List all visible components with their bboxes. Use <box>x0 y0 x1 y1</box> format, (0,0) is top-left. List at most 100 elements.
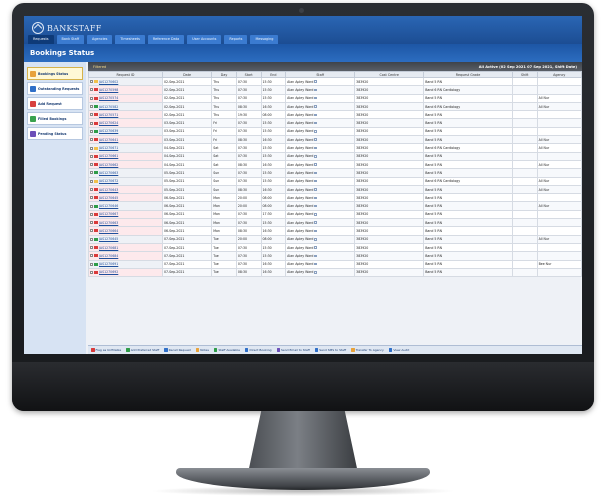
request-id-link[interactable]: JAS1270645 <box>99 237 118 241</box>
request-id-cell[interactable]: JAS1270645 <box>88 193 163 203</box>
nav-tab-bank-staff[interactable]: Bank Staff <box>56 35 85 44</box>
request-id-cell[interactable]: JAS1270667 <box>88 209 163 220</box>
table-row[interactable]: JAS1270624 03-Sep-2021 Fri 07:30 15:30 Alan A… <box>88 118 582 128</box>
action-recall-request[interactable]: Recall Request <box>164 348 191 352</box>
request-id-cell[interactable]: JAS1270643 <box>88 184 163 195</box>
nav-tab-agencies[interactable]: Agencies <box>87 35 113 44</box>
nav-tab-reference-data[interactable]: Reference Data <box>147 35 185 44</box>
edit-icon[interactable] <box>314 196 317 200</box>
table-row[interactable]: JAS1270639 03-Sep-2021 Fri 07:30 15:30 Alan A… <box>88 126 582 137</box>
edit-icon[interactable] <box>314 146 317 150</box>
request-id-link[interactable]: JAS1270639 <box>99 129 118 133</box>
row-checkbox[interactable] <box>90 96 93 100</box>
request-id-link[interactable]: JAS1270681 <box>99 246 118 250</box>
edit-icon[interactable] <box>314 238 317 241</box>
nav-tab-timesheets[interactable]: Timesheets <box>115 35 145 44</box>
table-row[interactable]: JAS1270684 07-Sep-2021 Tue 07:30 15:30 Alan A… <box>88 251 582 261</box>
table-row[interactable]: JAS1270646 06-Sep-2021 Mon 20:00 08:00 Alan A… <box>88 201 582 211</box>
edit-icon[interactable] <box>314 155 317 158</box>
table-row[interactable]: JAS1270645 07-Sep-2021 Tue 20:00 08:00 Alan A… <box>88 234 582 244</box>
sidebar-item-filled-bookings[interactable]: Filled Bookings <box>27 112 83 125</box>
request-id-cell[interactable]: JAS1270663 <box>88 168 163 178</box>
request-id-link[interactable]: JAS1270574 <box>99 96 118 100</box>
request-id-link[interactable]: JAS1270646 <box>99 204 118 208</box>
request-id-link[interactable]: JAS1270691 <box>99 262 118 266</box>
filter-toggle[interactable]: Filtered <box>93 65 106 69</box>
table-row[interactable]: JAS1270662 04-Sep-2021 Sat 08:30 16:30 Alan A… <box>88 159 582 170</box>
sidebar-item-pending-status[interactable]: Pending Status <box>27 127 83 140</box>
sidebar-item-add-request[interactable]: Add Request <box>27 97 83 110</box>
request-id-link[interactable]: JAS1270664 <box>99 229 118 233</box>
request-id-cell[interactable]: JAS1270598 <box>88 85 163 95</box>
action-view-audit[interactable]: View Audit <box>388 348 409 352</box>
table-row[interactable]: JAS1270667 06-Sep-2021 Mon 07:30 17:30 Alan A… <box>88 209 582 220</box>
table-row[interactable]: JAS1270571 02-Sep-2021 Thu 19:30 08:00 Alan A… <box>88 110 582 120</box>
edit-icon[interactable] <box>314 229 317 233</box>
request-id-link[interactable]: JAS1270661 <box>99 154 118 158</box>
request-id-link[interactable]: JAS1270692 <box>99 270 118 274</box>
table-row[interactable]: JAS1270691 07-Sep-2021 Tue 07:30 16:30 Alan A… <box>88 259 582 269</box>
table-row[interactable]: JAS1270671 04-Sep-2021 Sat 07:30 15:30 Alan A… <box>88 143 582 153</box>
edit-icon[interactable] <box>314 113 317 117</box>
sidebar-item-outstanding-requests[interactable]: Outstanding Requests <box>27 82 83 95</box>
request-id-cell[interactable]: JAS1270624 <box>88 118 163 128</box>
edit-icon[interactable] <box>314 262 317 266</box>
row-checkbox[interactable] <box>90 138 93 142</box>
row-checkbox[interactable] <box>90 229 93 233</box>
request-id-cell[interactable]: JAS1270639 <box>88 126 163 137</box>
row-checkbox[interactable] <box>90 129 93 133</box>
request-id-link[interactable]: JAS1270662 <box>99 163 118 167</box>
edit-icon[interactable] <box>314 130 317 133</box>
table-row[interactable]: JAS1270574 02-Sep-2021 Thu 07:30 15:30 Alan A… <box>88 93 582 103</box>
edit-icon[interactable] <box>314 138 317 141</box>
request-id-link[interactable]: JAS1270663 <box>99 221 118 225</box>
request-id-cell[interactable]: JAS1270664 <box>88 226 163 236</box>
action-send-email-to-staff[interactable]: Send Email to Staff <box>276 348 310 352</box>
request-id-link[interactable]: JAS1270684 <box>99 254 118 258</box>
request-id-link[interactable]: JAS1270598 <box>99 88 118 92</box>
request-id-link[interactable]: JAS1270571 <box>99 113 118 117</box>
request-id-cell[interactable]: JAS1270684 <box>88 251 163 261</box>
row-checkbox[interactable] <box>90 188 93 191</box>
request-id-cell[interactable]: JAS1270574 <box>88 93 163 103</box>
request-id-link[interactable]: JAS1270641 <box>99 138 118 142</box>
action-direct-booking[interactable]: Direct Booking <box>244 348 272 352</box>
table-row[interactable]: JAS1270598 02-Sep-2021 Thu 07:30 15:30 Alan A… <box>88 85 582 95</box>
request-id-link[interactable]: JAS1270643 <box>99 188 118 192</box>
request-id-cell[interactable]: JAS1270641 <box>88 135 163 145</box>
request-id-link[interactable]: JAS1270671 <box>99 146 118 150</box>
table-row[interactable]: JAS1270692 07-Sep-2021 Tue 08:30 16:30 Alan A… <box>88 267 582 278</box>
edit-icon[interactable] <box>314 171 317 175</box>
table-row[interactable]: JAS1270643 05-Sep-2021 Sun 08:30 16:30 Alan A… <box>88 184 582 195</box>
table-row[interactable]: JAS1270681 07-Sep-2021 Tue 07:30 15:30 Alan A… <box>88 242 582 253</box>
edit-icon[interactable] <box>314 221 317 224</box>
row-checkbox[interactable] <box>90 80 93 84</box>
table-row[interactable]: JAS1270663 05-Sep-2021 Sun 07:30 15:30 Alan A… <box>88 168 582 178</box>
request-id-link[interactable]: JAS1270645 <box>99 196 118 200</box>
row-checkbox[interactable] <box>90 121 93 125</box>
row-checkbox[interactable] <box>90 105 93 109</box>
request-id-cell[interactable]: JAS1270571 <box>88 110 163 120</box>
edit-icon[interactable] <box>314 121 317 125</box>
edit-icon[interactable] <box>314 179 317 183</box>
edit-icon[interactable] <box>314 105 317 108</box>
request-id-cell[interactable]: JAS1270691 <box>88 259 163 269</box>
brand-logo[interactable]: BANKSTAFF <box>32 22 102 34</box>
request-id-link[interactable]: JAS1270663 <box>99 171 118 175</box>
row-checkbox[interactable] <box>90 113 93 117</box>
request-id-cell[interactable]: JAS1270671 <box>88 143 163 153</box>
nav-tab-reports[interactable]: Reports <box>224 35 248 44</box>
edit-icon[interactable] <box>314 204 317 208</box>
row-checkbox[interactable] <box>90 171 93 175</box>
row-checkbox[interactable] <box>90 270 93 274</box>
row-checkbox[interactable] <box>90 196 93 200</box>
table-row[interactable]: JAS1270672 05-Sep-2021 Sun 07:30 15:30 Alan A… <box>88 176 582 186</box>
action-staff-available[interactable]: Staff Available <box>213 348 240 352</box>
request-id-cell[interactable]: JAS1270582 <box>88 101 163 112</box>
row-checkbox[interactable] <box>90 246 93 250</box>
action-add-preferred-staff[interactable]: Add Preferred Staff <box>126 348 159 352</box>
request-id-cell[interactable]: JAS1270662 <box>88 159 163 170</box>
edit-icon[interactable] <box>314 246 317 249</box>
request-id-cell[interactable]: JAS1270645 <box>88 234 163 244</box>
action-notes[interactable]: Notes <box>195 348 209 352</box>
